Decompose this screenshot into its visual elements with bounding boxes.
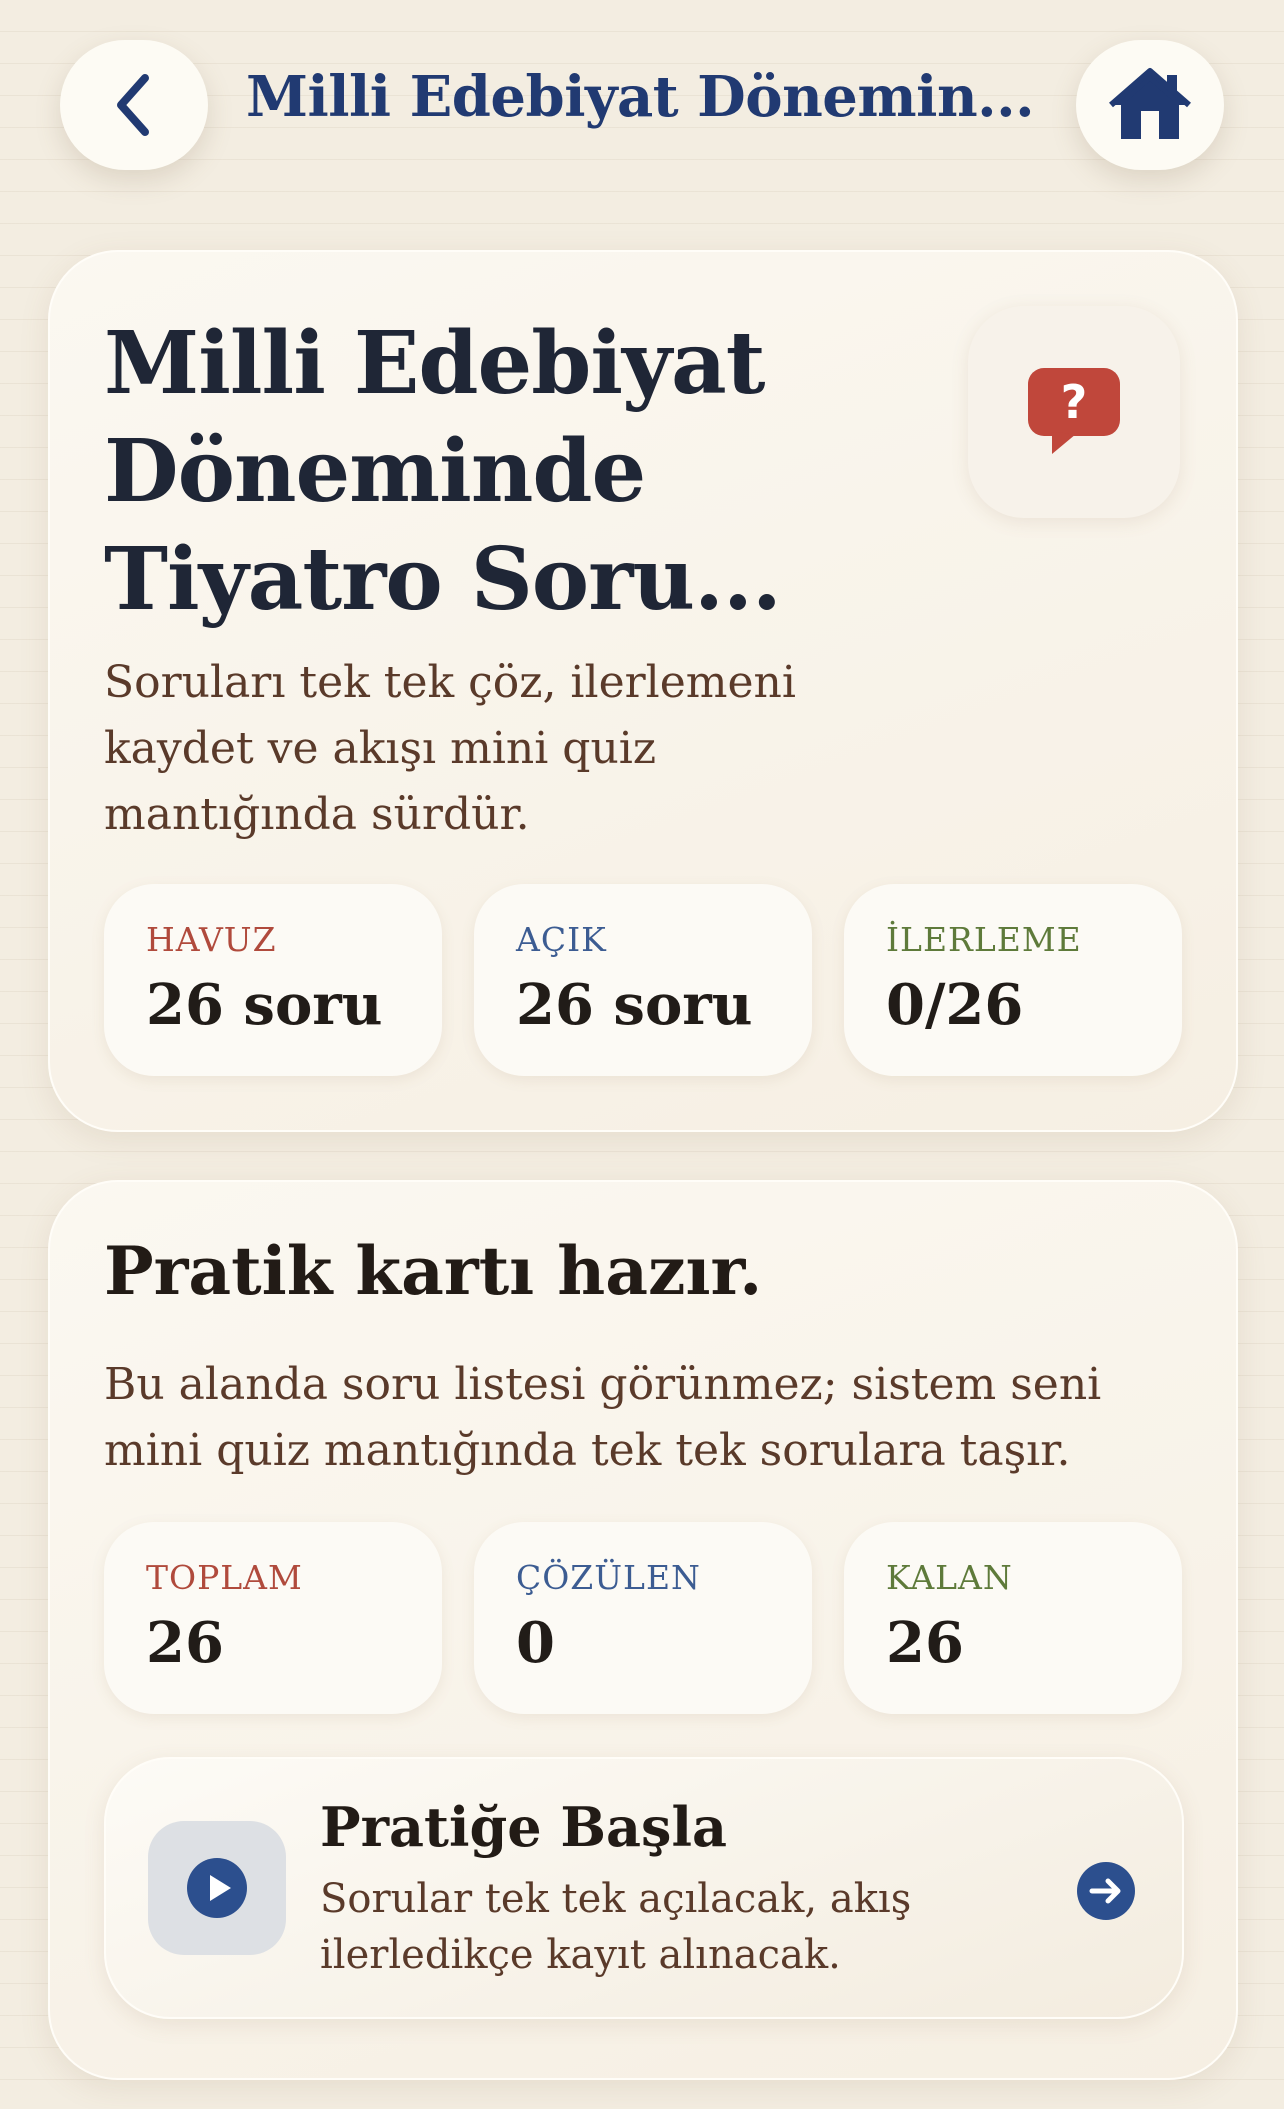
stat-value: 26 [886,1610,964,1676]
play-icon [187,1858,247,1918]
stat-value: 0/26 [886,972,1024,1038]
stat-label: ÇÖZÜLEN [516,1558,701,1597]
stat-pool: HAVUZ 26 soru [104,884,442,1076]
home-button[interactable] [1076,40,1224,170]
top-bar: Milli Edebiyat Dönemin... [0,0,1284,210]
stat-label: TOPLAM [146,1558,303,1597]
stat-open: AÇIK 26 soru [474,884,812,1076]
stat-label: AÇIK [516,920,607,959]
practice-title: Pratik kartı hazır. [104,1232,763,1310]
chevron-left-icon [117,74,149,136]
back-button[interactable] [60,40,208,170]
stat-value: 26 soru [516,972,753,1038]
question-icon-box: ? [968,306,1180,518]
home-icon [1109,68,1191,139]
page-title: Milli Edebiyat Dönemin... [246,64,1035,130]
svg-text:?: ? [1061,375,1088,429]
topic-title: Milli Edebiyat Döneminde Tiyatro Soru... [104,313,782,630]
question-bubble-icon: ? [1028,368,1120,454]
stat-total: TOPLAM 26 [104,1522,442,1714]
stat-value: 26 soru [146,972,383,1038]
play-icon-box [148,1821,286,1955]
stat-label: HAVUZ [146,920,277,959]
stat-label: KALAN [886,1558,1013,1597]
practice-subtitle: Bu alanda soru listesi görünmez; sistem … [104,1359,1102,1476]
cta-subtitle: Sorular tek tek açılacak, akış ilerledik… [320,1876,912,1978]
topic-subtitle: Soruları tek tek çöz, ilerlemeni kaydet … [104,657,796,840]
stat-solved: ÇÖZÜLEN 0 [474,1522,812,1714]
practice-card: Pratik kartı hazır. Bu alanda soru liste… [48,1180,1238,2080]
stat-value: 26 [146,1610,224,1676]
stat-value: 0 [516,1610,555,1676]
topic-card: Milli Edebiyat Döneminde Tiyatro Soru...… [48,250,1238,1132]
start-practice-button[interactable]: Pratiğe Başla Sorular tek tek açılacak, … [104,1757,1184,2019]
cta-title: Pratiğe Başla [320,1795,727,1859]
stat-label: İLERLEME [886,920,1082,959]
stat-progress: İLERLEME 0/26 [844,884,1182,1076]
stat-remaining: KALAN 26 [844,1522,1182,1714]
arrow-right-icon [1077,1862,1135,1920]
